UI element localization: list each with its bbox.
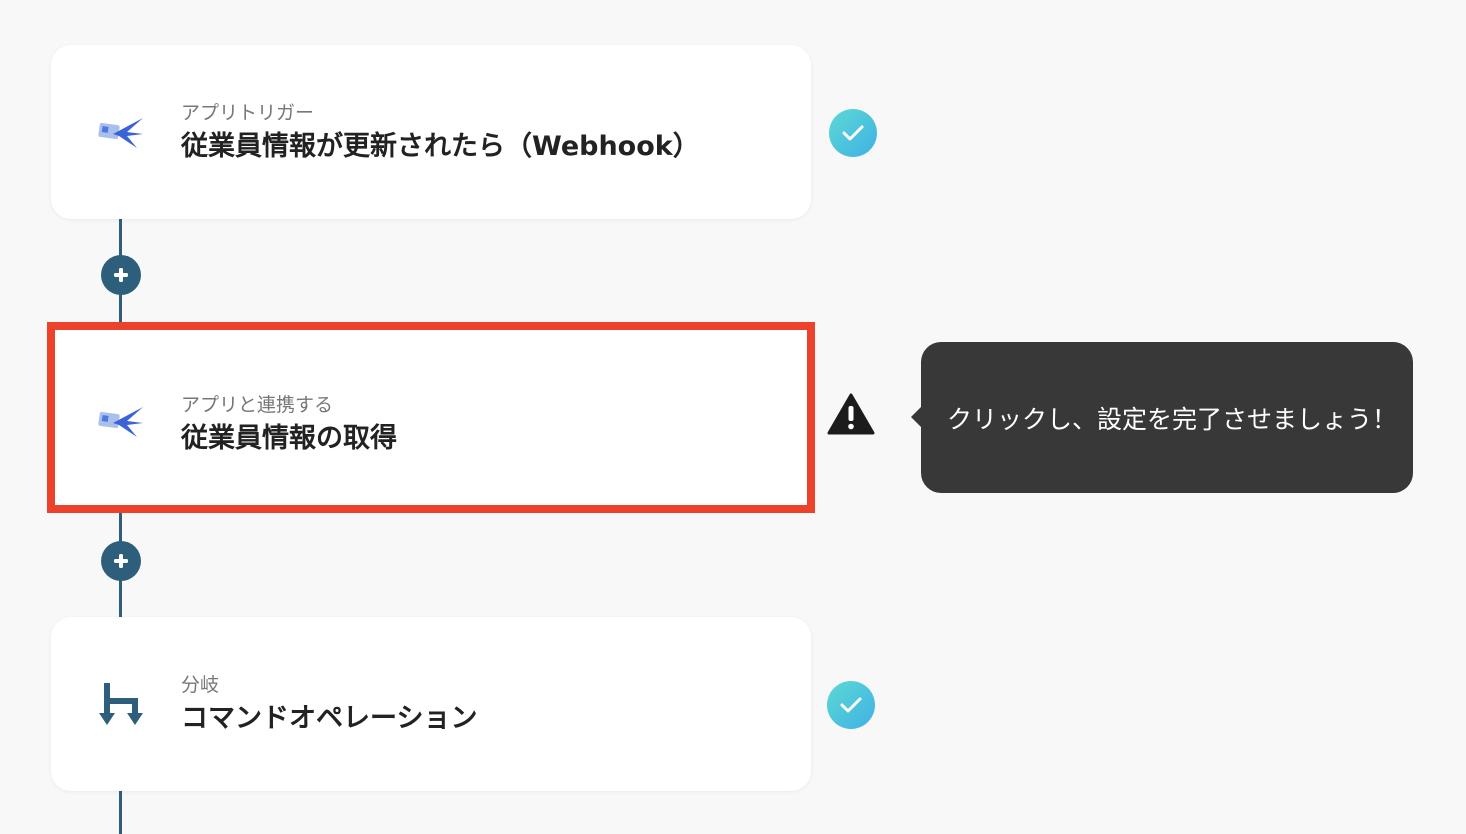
step-type-label: アプリと連携する (181, 394, 334, 416)
flow-step-card-action[interactable]: アプリと連携する 従業員情報の取得 (47, 322, 815, 513)
flow-canvas: アプリトリガー 従業員情報が更新されたら（Webhook） アプリと連携する 従… (0, 0, 1466, 834)
app-bird-icon (97, 396, 147, 446)
warning-icon (827, 392, 875, 436)
branch-icon (97, 679, 147, 729)
plus-icon (114, 554, 128, 568)
app-bird-icon (97, 107, 147, 157)
flow-step-card-branch[interactable]: 分岐 コマンドオペレーション (51, 617, 811, 791)
plus-icon (114, 268, 128, 282)
add-step-button[interactable] (101, 541, 141, 581)
step-type-label: 分岐 (181, 674, 220, 696)
step-title: 従業員情報が更新されたら（Webhook） (181, 131, 700, 162)
step-complete-check-icon (829, 109, 877, 157)
add-step-button[interactable] (101, 255, 141, 295)
step-type-label: アプリトリガー (181, 102, 315, 124)
flow-step-card-trigger[interactable]: アプリトリガー 従業員情報が更新されたら（Webhook） (51, 45, 811, 219)
step-title: 従業員情報の取得 (181, 423, 397, 454)
setup-hint-tooltip: クリックし、設定を完了させましょう！ (911, 342, 1413, 493)
flow-connector-line (119, 791, 122, 834)
tooltip-text: クリックし、設定を完了させましょう！ (947, 404, 1398, 434)
step-title: コマンドオペレーション (181, 703, 478, 734)
step-complete-check-icon (827, 681, 875, 729)
